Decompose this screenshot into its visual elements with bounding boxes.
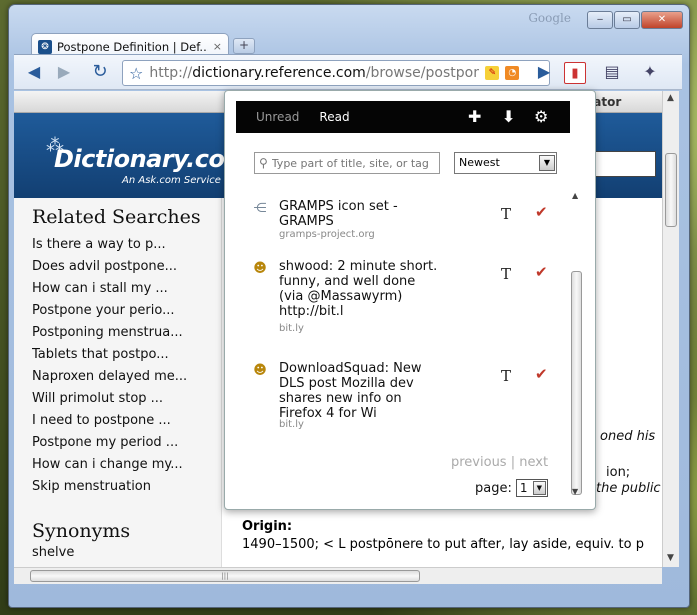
- definition-fragment: ion;: [606, 465, 631, 480]
- related-search-link[interactable]: Postpone your perio...: [32, 300, 202, 322]
- gramps-icon: ⋲: [253, 201, 267, 216]
- page-selector: page: 1 ▼: [475, 479, 548, 497]
- popup-scrollbar[interactable]: ▲ ▼: [570, 191, 584, 499]
- related-search-link[interactable]: Tablets that postpo...: [32, 344, 202, 366]
- scroll-down-icon[interactable]: ▼: [572, 487, 578, 496]
- sort-order-select[interactable]: Newest ▼: [454, 152, 557, 174]
- related-search-link[interactable]: Will primolut stop ...: [32, 388, 202, 410]
- scroll-down-icon[interactable]: ▼: [667, 553, 674, 563]
- search-icon: ⚲: [259, 156, 268, 170]
- synonyms-heading: Synonyms: [32, 520, 131, 542]
- read-later-extension-icon[interactable]: ▮: [564, 62, 586, 84]
- tab-read[interactable]: Read: [319, 110, 349, 124]
- bookmark-star-icon[interactable]: ☆: [129, 64, 143, 83]
- reload-icon[interactable]: ↻: [88, 61, 112, 85]
- new-tab-button[interactable]: +: [233, 38, 255, 54]
- related-search-link[interactable]: How can i change my...: [32, 454, 202, 476]
- avatar-icon: ☻: [253, 261, 267, 276]
- url-prefix: http://: [149, 65, 193, 81]
- page-select[interactable]: 1 ▼: [515, 479, 548, 497]
- url-path: /browse/postpone: [365, 65, 480, 81]
- back-arrow-icon[interactable]: ◀: [22, 61, 46, 85]
- mark-read-check-icon[interactable]: ✔: [535, 203, 548, 221]
- scroll-thumb[interactable]: [571, 271, 582, 495]
- window-controls: ‒ ▭ ✕: [587, 11, 683, 29]
- logo-subtitle: An Ask.com Service: [122, 175, 221, 186]
- page-menu-icon[interactable]: ▤: [600, 61, 624, 85]
- origin-heading: Origin:: [242, 519, 293, 534]
- related-search-link[interactable]: I need to postpone ...: [32, 410, 202, 432]
- synonym-link[interactable]: shelve: [32, 542, 202, 564]
- wrench-menu-icon[interactable]: ✦: [638, 61, 662, 85]
- rss-feed-icon[interactable]: ◔: [505, 66, 520, 80]
- tab-close-icon[interactable]: ×: [213, 40, 222, 53]
- origin-text: 1490–1500; < L postpōnere to put after, …: [242, 537, 644, 552]
- go-arrow-icon[interactable]: ▶: [532, 61, 556, 85]
- page-horizontal-scrollbar[interactable]: |||: [14, 567, 662, 584]
- tag-icon[interactable]: T: [501, 205, 511, 223]
- related-search-link[interactable]: Naproxen delayed me...: [32, 366, 202, 388]
- window-caption: Google: [528, 11, 571, 25]
- mark-read-check-icon[interactable]: ✔: [535, 365, 548, 383]
- url-host: dictionary.reference.com: [192, 65, 366, 81]
- item-site: gramps-project.org: [279, 229, 375, 240]
- chevron-down-icon[interactable]: ▼: [539, 155, 555, 171]
- popup-search-field[interactable]: ⚲: [254, 152, 440, 174]
- tag-icon[interactable]: T: [501, 265, 511, 283]
- maximize-button[interactable]: ▭: [614, 11, 640, 29]
- tab-title: Postpone Definition | Def...: [57, 39, 208, 54]
- related-search-link[interactable]: Skip menstruation: [32, 476, 202, 498]
- scroll-up-icon[interactable]: ▲: [572, 191, 578, 200]
- settings-gear-icon[interactable]: ⚙: [534, 107, 548, 126]
- forward-arrow-icon[interactable]: ▶: [52, 61, 76, 85]
- previous-link[interactable]: previous: [451, 455, 507, 470]
- item-title[interactable]: shwood: 2 minute short. funny, and well …: [279, 259, 439, 319]
- download-icon[interactable]: ⬇: [502, 107, 515, 126]
- close-window-button[interactable]: ✕: [641, 11, 683, 29]
- page-value: 1: [519, 481, 528, 495]
- add-icon[interactable]: ✚: [468, 107, 481, 126]
- chevron-down-icon[interactable]: ▼: [532, 481, 546, 495]
- avatar-icon: ☻: [253, 363, 267, 378]
- item-title[interactable]: DownloadSquad: New DLS post Mozilla dev …: [279, 361, 439, 421]
- page-action-icon[interactable]: ✎: [485, 66, 500, 80]
- dictionary-favicon-icon: ❂: [38, 39, 52, 54]
- related-search-link[interactable]: Is there a way to p...: [32, 234, 202, 256]
- pager-separator: |: [510, 455, 516, 470]
- related-search-link[interactable]: Postponing menstrua...: [32, 322, 202, 344]
- related-searches-heading: Related Searches: [32, 206, 201, 228]
- tag-icon[interactable]: T: [501, 367, 511, 385]
- definition-fragment: oned his: [600, 429, 656, 444]
- item-site: bit.ly: [279, 323, 304, 334]
- minimize-button[interactable]: ‒: [587, 11, 613, 29]
- related-search-link[interactable]: Does advil postpone...: [32, 256, 202, 278]
- page-vertical-scrollbar[interactable]: ▲ ▼: [662, 91, 679, 567]
- item-title[interactable]: GRAMPS icon set - GRAMPS: [279, 199, 439, 229]
- search-input[interactable]: [271, 156, 432, 170]
- sort-selected-value: Newest: [459, 156, 500, 169]
- scroll-up-icon[interactable]: ▲: [667, 93, 674, 103]
- scroll-thumb[interactable]: [665, 153, 677, 227]
- site-logo[interactable]: Dictionary.com: [54, 145, 249, 173]
- url-text: http://dictionary.reference.com/browse/p…: [149, 65, 479, 81]
- sidebar: Related Searches Is there a way to p... …: [14, 198, 222, 567]
- popup-header-bar: Unread Read ✚ ⬇ ⚙: [236, 101, 570, 133]
- page-label: page:: [475, 480, 512, 496]
- read-later-popup: Unread Read ✚ ⬇ ⚙ ⚲ Newest ▼ ⋲ GRAMPS ic…: [224, 90, 596, 510]
- address-bar[interactable]: ☆ http://dictionary.reference.com/browse…: [122, 60, 550, 86]
- browser-toolbar: ◀ ▶ ↻ ☆ http://dictionary.reference.com/…: [14, 54, 682, 90]
- related-search-link[interactable]: How can i stall my ...: [32, 278, 202, 300]
- mark-read-check-icon[interactable]: ✔: [535, 263, 548, 281]
- related-search-link[interactable]: Postpone my period ...: [32, 432, 202, 454]
- item-site: bit.ly: [279, 419, 304, 430]
- scroll-thumb[interactable]: |||: [30, 570, 420, 582]
- next-link[interactable]: next: [519, 455, 548, 470]
- pager: previous | next: [451, 455, 548, 470]
- tab-unread[interactable]: Unread: [256, 110, 299, 124]
- definition-fragment: the public: [596, 481, 661, 496]
